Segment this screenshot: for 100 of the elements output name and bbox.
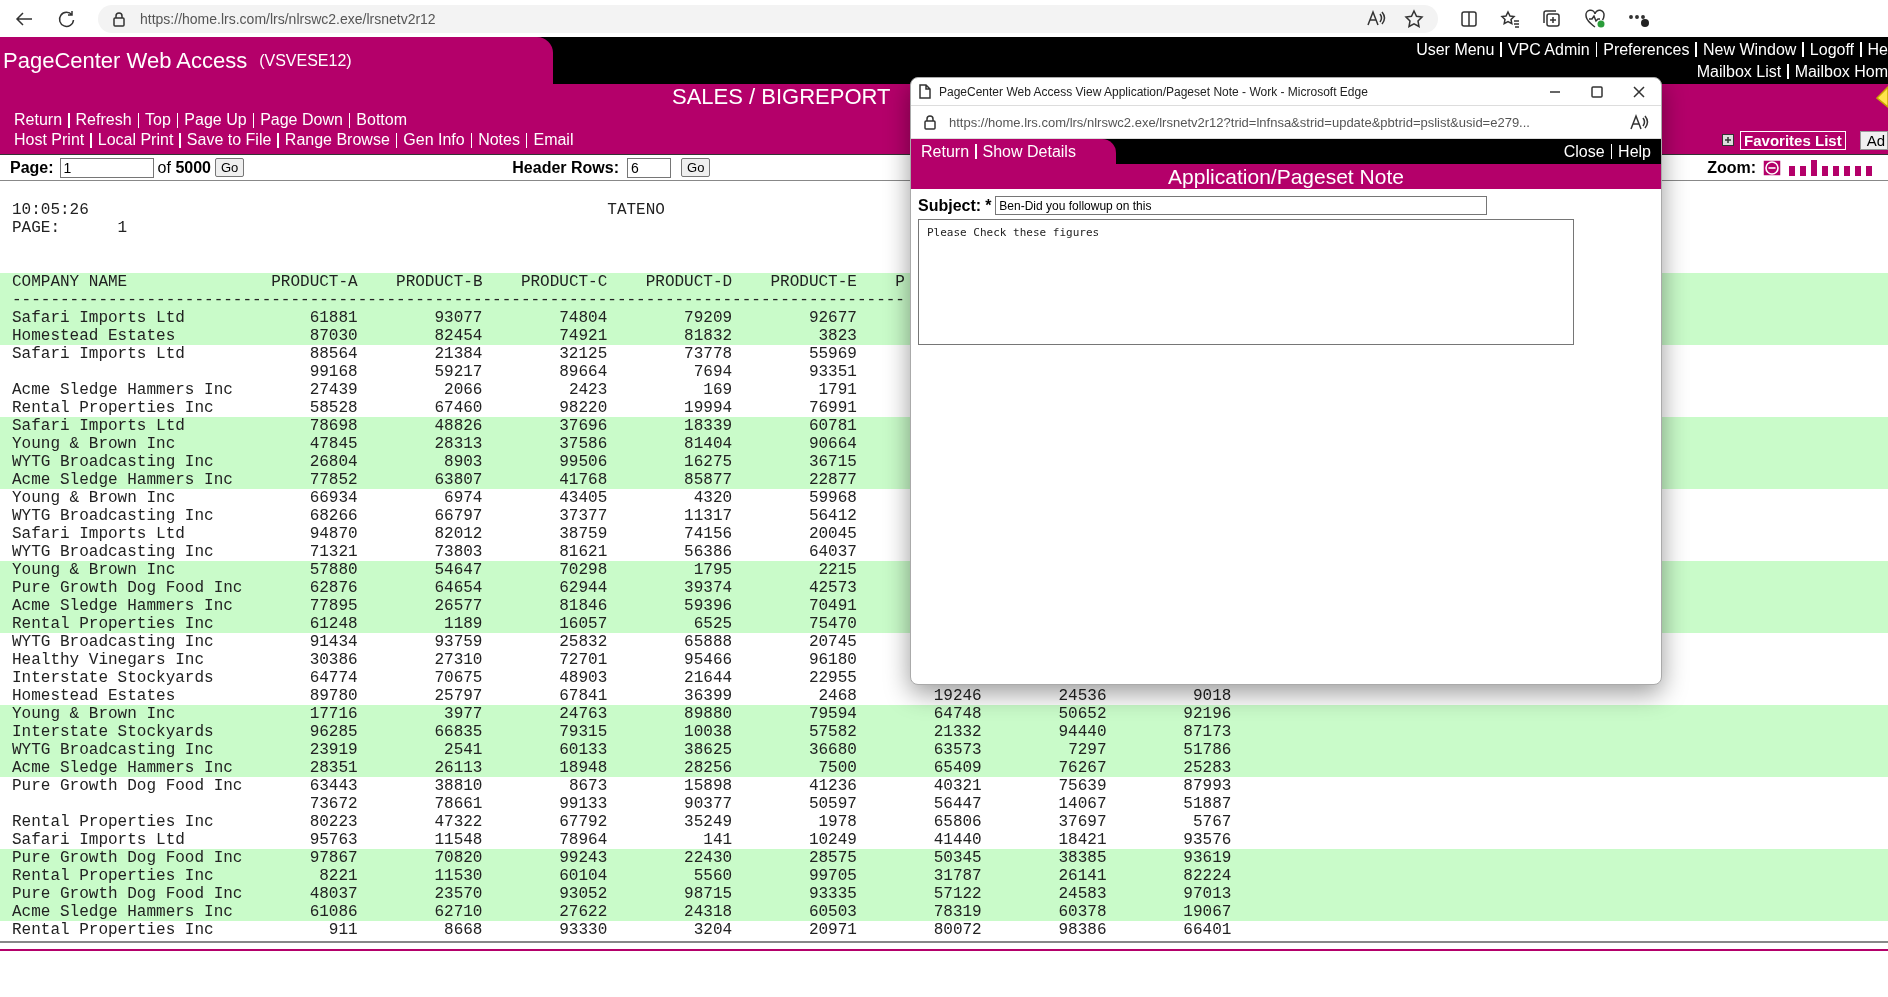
nav-link[interactable]: Close (1563, 142, 1605, 161)
value-cell-text: 41768 (558, 471, 608, 489)
page-field[interactable]: 1 (59, 157, 154, 178)
nav-link[interactable]: Notes (478, 131, 520, 149)
value-cell-text: 48037 (308, 885, 358, 903)
value-cell-text: 63807 (433, 471, 483, 489)
star-icon[interactable] (1404, 8, 1424, 29)
value-cell-text: 58528 (308, 399, 358, 417)
address-bar[interactable]: https://home.lrs.com/lrs/nlrswc2.exe/lrsnetv2r12 (98, 4, 1438, 33)
nav-link[interactable]: Mailbox Hom (1794, 62, 1888, 81)
value-cell-text: 67792 (558, 813, 608, 831)
value-cell-text: 68266 (308, 507, 358, 525)
value-cell-text: 28313 (433, 435, 483, 453)
company-cell-text: Safari Imports Ltd (12, 525, 186, 543)
nav-link[interactable]: Refresh (75, 111, 132, 129)
favorites-list-button[interactable]: Favorites List (1740, 130, 1846, 150)
value-cell-text: 70820 (433, 849, 483, 867)
nav-link[interactable]: Help (1618, 142, 1651, 161)
value-cell-text: 59217 (433, 363, 483, 381)
header-rows-field[interactable]: 6 (627, 157, 671, 178)
nav-link[interactable]: Page Down (260, 111, 343, 129)
value-cell-text: 42573 (807, 579, 857, 597)
value-cell-text: 87173 (1182, 723, 1232, 741)
nav-link[interactable]: Host Print (14, 131, 85, 149)
go-button[interactable]: Go (214, 158, 245, 177)
company-cell-text: Homestead Estates (12, 687, 177, 705)
value-cell-text: 21384 (433, 345, 483, 363)
report-name: TATENO (607, 201, 665, 219)
value-cell-text: 70491 (807, 597, 857, 615)
value-cell-text: 23570 (433, 885, 483, 903)
value-cell-text: 7694 (692, 363, 733, 381)
read-aloud-icon[interactable] (1629, 113, 1649, 131)
value-cell-text: 40321 (932, 777, 982, 795)
nav-link[interactable]: Bottom (356, 111, 408, 129)
value-cell-text: 48826 (433, 417, 483, 435)
note-text-area[interactable]: Please Check these figures (918, 219, 1574, 345)
nav-link[interactable]: Save to File (186, 131, 272, 149)
nav-link[interactable]: Preferences (1603, 40, 1690, 59)
value-cell-text: 65409 (932, 759, 982, 777)
value-cell-text: 47322 (433, 813, 483, 831)
nav-link[interactable]: Page Up (184, 111, 247, 129)
nav-link[interactable]: He (1867, 40, 1888, 59)
nav-link[interactable]: Show Details (982, 142, 1076, 161)
value-cell-text: 14067 (1057, 795, 1107, 813)
value-cell-text: 64654 (433, 579, 483, 597)
nav-link[interactable]: Top (145, 111, 171, 129)
value-cell-text: 85877 (683, 471, 733, 489)
company-cell-text: Young & Brown Inc (12, 705, 177, 723)
page-label: Page: (10, 158, 54, 177)
nav-link[interactable]: Return (921, 142, 970, 161)
nav-link[interactable]: Email (533, 131, 574, 149)
value-cell-text: 51887 (1182, 795, 1232, 813)
value-cell-text: 89664 (558, 363, 608, 381)
value-cell-text: 25832 (558, 633, 608, 651)
nav-link[interactable]: Gen Info (403, 131, 465, 149)
server-name: (VSVESE12) (259, 51, 352, 70)
read-aloud-icon[interactable] (1366, 8, 1386, 27)
value-cell-text: 911 (327, 921, 358, 939)
company-cell-text: Safari Imports Ltd (12, 309, 186, 327)
plus-icon[interactable] (1722, 134, 1735, 146)
nav-link[interactable]: Return (14, 111, 63, 129)
go-button[interactable]: Go (681, 158, 711, 177)
value-cell-text: 57582 (807, 723, 857, 741)
company-cell-text: WYTG Broadcasting Inc (12, 453, 215, 471)
lock-icon (112, 10, 126, 27)
nav-link[interactable]: User Menu (1416, 40, 1495, 59)
maximize-icon[interactable] (1591, 85, 1603, 98)
value-cell-text: 93619 (1182, 849, 1232, 867)
add-button[interactable]: Ad (1859, 130, 1888, 150)
popup-url: https://home.lrs.com/lrs/nlrswc2.exe/lrsnetv2r12?trid=lnfnsa&strid=update&pbtrid=pslist&usid=e279... (949, 114, 1530, 130)
collections-icon[interactable] (1542, 8, 1562, 29)
value-cell-text: 18421 (1057, 831, 1107, 849)
value-cell-text: 96285 (308, 723, 358, 741)
nav-link[interactable]: Range Browse (284, 131, 390, 149)
value-cell-text: 73672 (308, 795, 358, 813)
value-cell-text: 20045 (807, 525, 857, 543)
nav-link[interactable]: VPC Admin (1507, 40, 1590, 59)
value-cell-text: 38385 (1057, 849, 1107, 867)
value-cell-text: 11317 (683, 507, 733, 525)
company-cell-text: Pure Growth Dog Food Inc (12, 885, 244, 903)
value-cell-text: 1189 (443, 615, 483, 633)
nav-link[interactable]: Mailbox List (1696, 62, 1782, 81)
zoom-out-icon[interactable] (1762, 158, 1782, 177)
favorites-icon[interactable] (1500, 9, 1520, 28)
nav-link[interactable]: New Window (1703, 40, 1797, 59)
subject-field[interactable]: Ben-Did you followup on this (995, 196, 1488, 215)
value-cell-text: 3823 (817, 327, 857, 345)
value-cell-text: 75470 (807, 615, 857, 633)
heart-pulse-icon[interactable] (1584, 8, 1606, 29)
refresh-icon[interactable] (56, 8, 76, 29)
value-cell-text: 50597 (807, 795, 857, 813)
value-cell-text: 73803 (433, 543, 483, 561)
split-screen-icon[interactable] (1460, 9, 1478, 28)
value-cell-text: 89780 (308, 687, 358, 705)
nav-link[interactable]: Local Print (97, 131, 174, 149)
nav-link[interactable]: Logoff (1809, 40, 1855, 59)
column-header: COMPANY NAME (12, 273, 129, 291)
value-cell-text: 90377 (683, 795, 733, 813)
close-icon[interactable] (1633, 85, 1645, 98)
company-cell-text: Rental Properties Inc (12, 615, 215, 633)
